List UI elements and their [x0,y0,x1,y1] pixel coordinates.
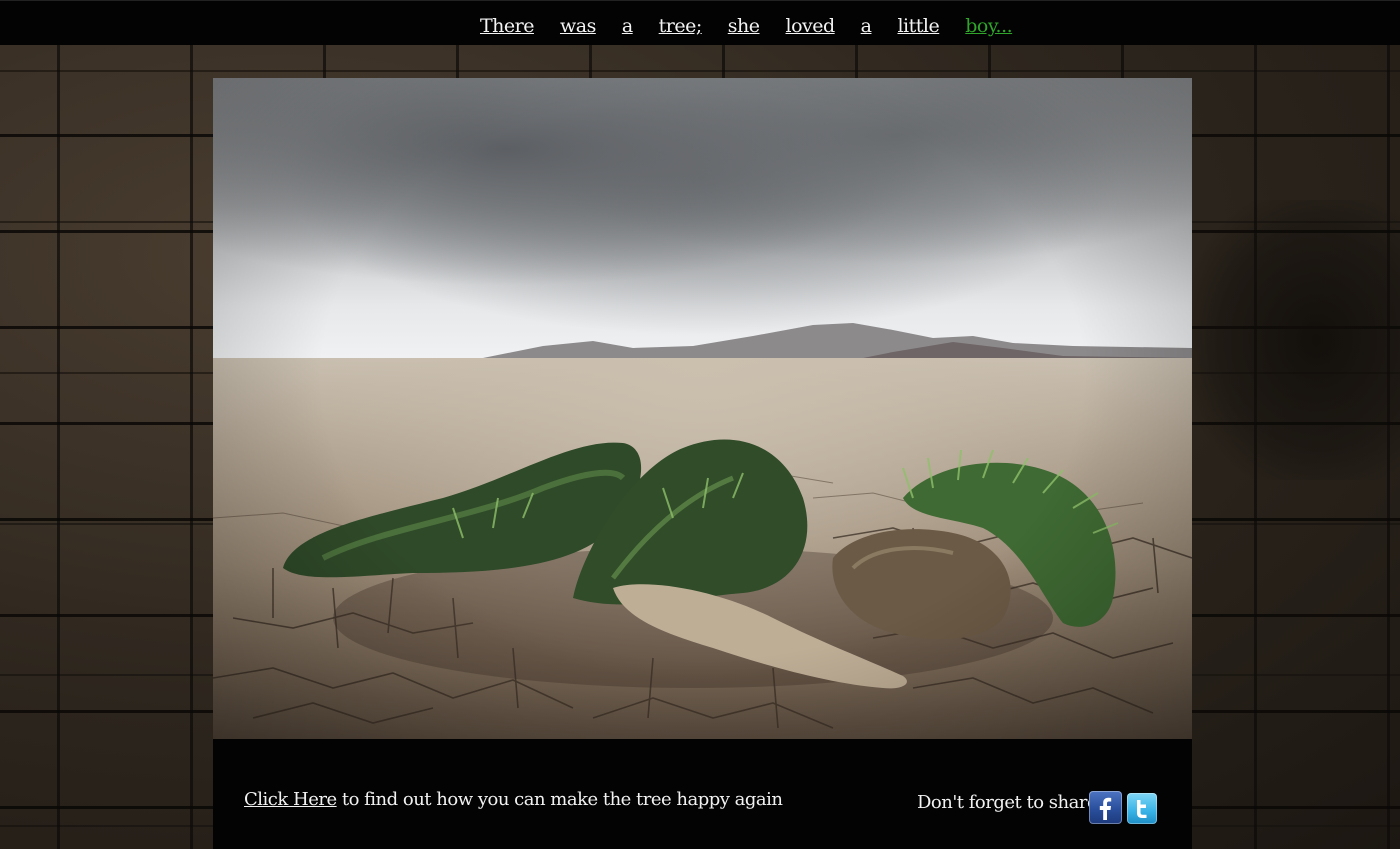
title-word-was[interactable]: was [560,15,596,45]
facebook-glyph [1099,797,1111,820]
header-title: There was a tree; she loved a little boy… [480,15,1013,45]
cta-text: Click Here to find out how you can make … [244,789,783,810]
cta-description: to find out how you can make the tree ha… [336,789,783,810]
share-label: Don't forget to share! [917,792,1104,813]
title-word-little[interactable]: little [897,15,939,45]
title-word-loved[interactable]: loved [786,15,836,45]
title-word-boy[interactable]: boy... [965,15,1012,45]
title-word-a-2[interactable]: a [861,15,872,45]
hero-photo [213,78,1192,739]
title-word-there[interactable]: There [480,15,534,45]
facebook-icon[interactable] [1089,791,1122,824]
click-here-link[interactable]: Click Here [244,789,337,810]
title-word-tree[interactable]: tree; [659,15,703,45]
twitter-glyph [1137,799,1147,818]
title-word-a[interactable]: a [622,15,633,45]
bark-texture-patch [1192,200,1400,480]
top-bar: There was a tree; she loved a little boy… [0,0,1400,45]
title-word-she[interactable]: she [728,15,760,45]
footer: Click Here to find out how you can make … [213,739,1192,849]
page: There was a tree; she loved a little boy… [0,0,1400,849]
twitter-icon[interactable] [1127,793,1157,824]
grass-woman-sculpture [283,439,1119,689]
